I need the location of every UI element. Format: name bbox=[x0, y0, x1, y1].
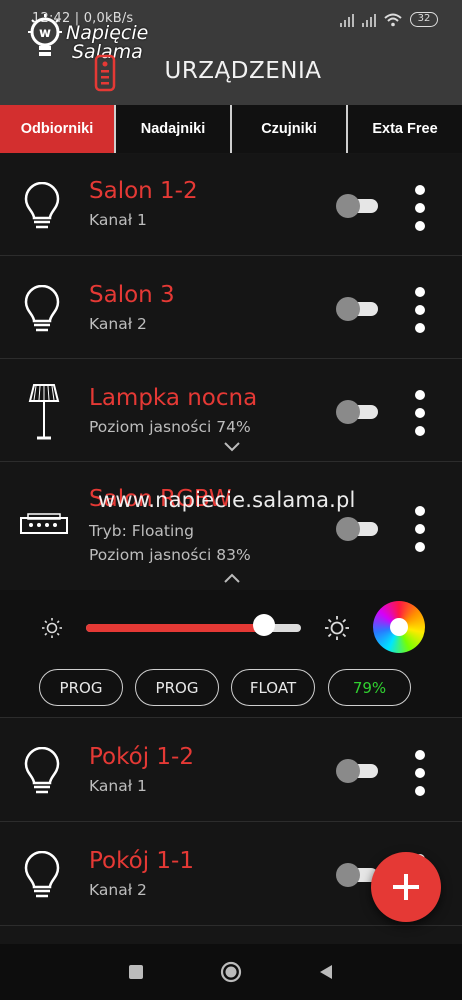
wifi-icon bbox=[384, 13, 402, 26]
device-channel: Kanał 2 bbox=[89, 881, 147, 899]
bulb-icon bbox=[24, 285, 60, 332]
page-title: URZĄDZENIA bbox=[164, 58, 322, 84]
color-wheel-icon[interactable] bbox=[373, 601, 425, 653]
tab-exta-free[interactable]: Exta Free bbox=[348, 105, 462, 153]
system-nav-bar bbox=[0, 944, 462, 1000]
brightness-value-chip[interactable]: 79% bbox=[328, 669, 411, 706]
more-icon[interactable] bbox=[412, 506, 428, 552]
power-toggle[interactable] bbox=[336, 759, 378, 783]
device-row[interactable]: Salon RGBW Tryb: Floating Poziom jasnośc… bbox=[0, 462, 462, 590]
device-mode: Tryb: Floating bbox=[89, 522, 194, 540]
signal-icon bbox=[362, 13, 376, 27]
prog-button[interactable]: PROG bbox=[135, 669, 219, 706]
device-name: Pokój 1-1 bbox=[89, 848, 194, 874]
bulb-icon bbox=[24, 747, 60, 794]
watermark-text: www.napiecie.salama.pl bbox=[98, 488, 356, 512]
device-row[interactable]: Salon 3 Kanał 2 bbox=[0, 256, 462, 359]
brightness-high-icon bbox=[325, 616, 349, 640]
device-channel: Kanał 2 bbox=[89, 315, 147, 333]
device-name: Salon 1-2 bbox=[89, 178, 198, 204]
devices-screen: 12:42 | 0,0kB/s 32 w Napięcie Salama URZ… bbox=[0, 0, 462, 1000]
more-icon[interactable] bbox=[412, 287, 428, 333]
power-toggle[interactable] bbox=[336, 517, 378, 541]
svg-text:w: w bbox=[39, 26, 51, 41]
led-controller-icon bbox=[20, 513, 68, 534]
chevron-up-icon[interactable] bbox=[222, 572, 242, 584]
brightness-low-icon bbox=[42, 618, 62, 638]
add-device-button[interactable] bbox=[371, 852, 441, 922]
status-icons: 32 bbox=[340, 12, 438, 27]
device-channel: Kanał 1 bbox=[89, 777, 147, 795]
more-icon[interactable] bbox=[412, 750, 428, 796]
float-button[interactable]: FLOAT bbox=[231, 669, 315, 706]
recents-icon[interactable] bbox=[128, 964, 144, 980]
device-name: Pokój 1-2 bbox=[89, 744, 194, 770]
signal-icon bbox=[340, 13, 354, 27]
floor-lamp-icon bbox=[28, 384, 60, 440]
device-row[interactable]: Lampka nocna Poziom jasności 74% bbox=[0, 359, 462, 462]
tab-bar: Odbiorniki Nadajniki Czujniki Exta Free bbox=[0, 105, 462, 153]
device-brightness: Poziom jasności 74% bbox=[89, 418, 251, 436]
brightness-slider-thumb[interactable] bbox=[253, 614, 276, 636]
power-toggle[interactable] bbox=[336, 297, 378, 321]
tab-nadajniki[interactable]: Nadajniki bbox=[116, 105, 232, 153]
device-name: Lampka nocna bbox=[89, 385, 258, 411]
home-icon[interactable] bbox=[220, 961, 242, 983]
power-toggle[interactable] bbox=[336, 400, 378, 424]
bulb-icon bbox=[24, 851, 60, 898]
device-brightness: Poziom jasności 83% bbox=[89, 546, 251, 564]
back-icon[interactable] bbox=[318, 963, 334, 981]
device-name: Salon 3 bbox=[89, 282, 175, 308]
device-channel: Kanał 1 bbox=[89, 211, 147, 229]
prog-button[interactable]: PROG bbox=[39, 669, 123, 706]
bulb-icon bbox=[24, 182, 60, 229]
tab-czujniki[interactable]: Czujniki bbox=[232, 105, 348, 153]
logo-bulb-icon: w bbox=[28, 14, 62, 56]
battery-icon: 32 bbox=[410, 12, 438, 27]
more-icon[interactable] bbox=[412, 185, 428, 231]
tab-odbiorniki[interactable]: Odbiorniki bbox=[0, 105, 116, 153]
chevron-down-icon[interactable] bbox=[222, 441, 242, 453]
device-row[interactable]: Salon 1-2 Kanał 1 bbox=[0, 154, 462, 256]
more-icon[interactable] bbox=[412, 390, 428, 436]
device-row[interactable]: Pokój 1-2 Kanał 1 bbox=[0, 718, 462, 822]
plus-icon bbox=[393, 874, 419, 900]
power-toggle[interactable] bbox=[336, 194, 378, 218]
brightness-slider-fill bbox=[86, 624, 265, 632]
